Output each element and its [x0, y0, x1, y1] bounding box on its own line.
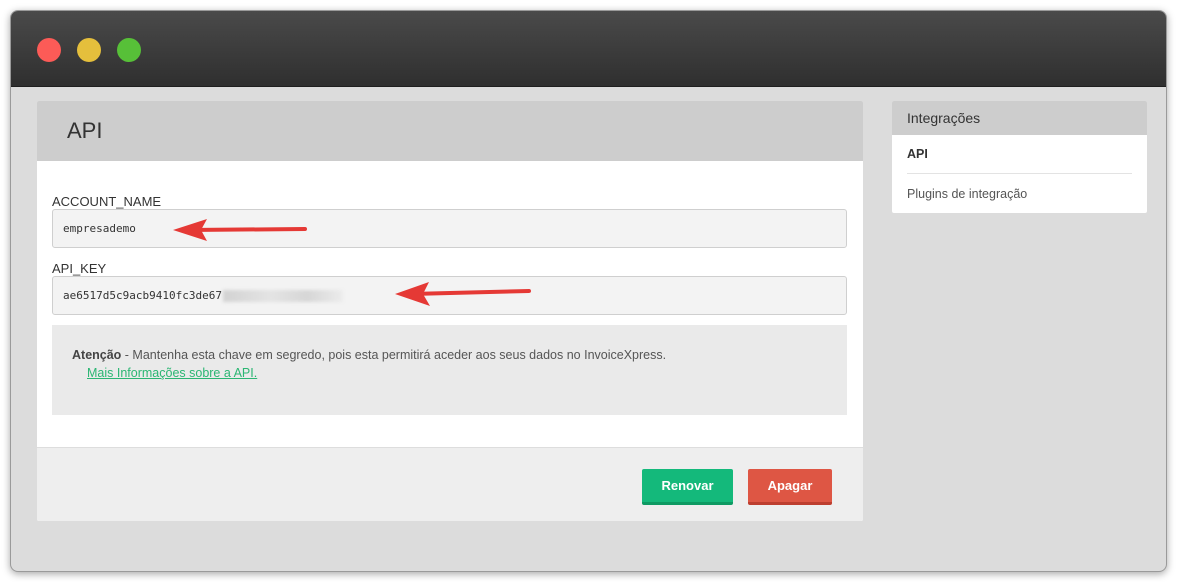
api-key-redacted-mask — [222, 289, 343, 302]
account-name-label: ACCOUNT_NAME — [52, 194, 162, 209]
minimize-window-button[interactable] — [77, 38, 101, 62]
api-info-link[interactable]: Mais Informações sobre a API. — [87, 366, 257, 380]
app-window: API ACCOUNT_NAME empresademo API_KEY ae6… — [10, 10, 1167, 572]
notice-text: - Mantenha esta chave em segredo, pois e… — [121, 348, 667, 362]
api-panel: API ACCOUNT_NAME empresademo API_KEY ae6… — [37, 101, 863, 521]
integrations-sidebar: Integrações API Plugins de integração — [892, 101, 1147, 213]
page-title: API — [67, 118, 103, 143]
arrow-annotation-icon — [395, 282, 531, 306]
renew-button[interactable]: Renovar — [642, 469, 733, 505]
account-name-value: empresademo — [63, 222, 136, 235]
sidebar-item-plugins[interactable]: Plugins de integração — [907, 174, 1132, 213]
title-bar — [11, 11, 1166, 87]
api-key-value: ae6517d5c9acb9410fc3de67 — [63, 289, 222, 302]
close-window-button[interactable] — [37, 38, 61, 62]
security-notice: Atenção - Mantenha esta chave em segredo… — [52, 325, 847, 415]
sidebar-title: Integrações — [892, 101, 1147, 135]
api-panel-header: API — [37, 101, 863, 161]
zoom-window-button[interactable] — [117, 38, 141, 62]
api-panel-footer: Renovar Apagar — [37, 447, 863, 521]
arrow-annotation-icon — [173, 219, 307, 241]
sidebar-item-api[interactable]: API — [907, 135, 1132, 174]
notice-heading: Atenção — [72, 348, 122, 362]
delete-button[interactable]: Apagar — [748, 469, 832, 505]
api-key-label: API_KEY — [52, 261, 107, 276]
